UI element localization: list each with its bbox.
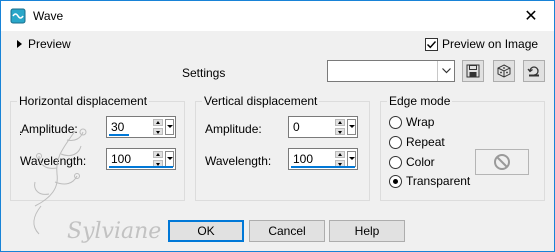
wavelength-input[interactable]: 100 xyxy=(288,148,358,170)
help-button[interactable]: Help xyxy=(329,220,405,242)
close-button[interactable]: ✕ xyxy=(508,1,554,31)
expand-triangle-icon xyxy=(17,40,22,48)
radio-button[interactable] xyxy=(389,115,402,129)
wavelength-label: Wavelength: xyxy=(205,154,272,168)
wavelength-level-bar xyxy=(291,166,355,168)
watermark-text: Sylviane xyxy=(67,219,161,244)
save-preset-button[interactable] xyxy=(462,60,484,82)
sylviane-watermark: Sylviane xyxy=(33,128,161,244)
dialog-client: Preview Preview on Image Settings Horizo… xyxy=(1,31,554,251)
group-title: Edge mode xyxy=(387,94,453,108)
checkbox-box[interactable] xyxy=(425,37,438,51)
radio-color[interactable]: Color xyxy=(389,155,435,169)
reset-button[interactable] xyxy=(523,60,545,82)
color-swatch-disabled[interactable] xyxy=(475,149,529,175)
preset-dropdown[interactable] xyxy=(327,60,455,82)
settings-label: Settings xyxy=(182,66,226,80)
window-title: Wave xyxy=(33,9,64,23)
no-symbol-icon xyxy=(494,154,510,170)
floppy-disk-icon xyxy=(466,64,480,78)
dropdown-arrow-icon[interactable] xyxy=(165,151,174,167)
radio-wrap[interactable]: Wrap xyxy=(389,115,434,129)
step-down-icon[interactable] xyxy=(335,128,345,135)
step-up-icon[interactable] xyxy=(153,119,163,126)
checkmark-icon xyxy=(427,40,437,48)
title-bar[interactable]: Wave ✕ xyxy=(1,1,554,31)
help-label: Help xyxy=(354,224,380,238)
radio-transparent[interactable]: Transparent xyxy=(389,174,470,188)
radio-label: Transparent xyxy=(406,174,471,188)
amplitude-input[interactable]: 0 xyxy=(288,116,358,138)
ok-button[interactable]: OK xyxy=(168,220,244,242)
dice-icon xyxy=(497,64,511,78)
dropdown-arrow-icon[interactable] xyxy=(347,119,356,135)
radio-label: Wrap xyxy=(406,115,435,129)
preview-on-image-checkbox[interactable]: Preview on Image xyxy=(425,37,538,51)
group-title: Horizontal displacement xyxy=(17,94,150,108)
wavelength-stepper[interactable] xyxy=(335,151,345,167)
cancel-label: Cancel xyxy=(268,224,306,238)
preview-label: Preview xyxy=(28,37,71,51)
randomize-button[interactable] xyxy=(493,60,515,82)
step-up-icon[interactable] xyxy=(335,119,345,126)
preview-on-image-label: Preview on Image xyxy=(442,37,539,51)
vertical-displacement-group: Vertical displacement Amplitude: 0 Wavel… xyxy=(195,94,370,201)
dropdown-arrow-icon[interactable] xyxy=(347,151,356,167)
dropdown-arrow-icon[interactable] xyxy=(165,119,174,135)
amplitude-label: Amplitude: xyxy=(205,122,262,136)
close-icon: ✕ xyxy=(524,8,538,25)
radio-button[interactable] xyxy=(389,155,402,169)
wavelength-value: 100 xyxy=(293,152,314,166)
amplitude-stepper[interactable] xyxy=(335,119,345,135)
radio-button[interactable] xyxy=(389,135,402,149)
ok-label: OK xyxy=(197,224,215,238)
radio-repeat[interactable]: Repeat xyxy=(389,135,445,149)
step-up-icon[interactable] xyxy=(335,151,345,158)
wave-app-icon xyxy=(10,8,26,24)
amplitude-value: 0 xyxy=(293,120,300,134)
preview-toggle[interactable]: Preview xyxy=(17,37,71,51)
group-title: Vertical displacement xyxy=(202,94,320,108)
reset-icon xyxy=(527,66,539,77)
radio-label: Repeat xyxy=(406,135,445,149)
chevron-down-icon[interactable] xyxy=(437,61,454,81)
radio-button-selected[interactable] xyxy=(389,174,402,188)
wave-dialog: Wave ✕ Preview Preview on Image Settings xyxy=(0,0,555,252)
radio-label: Color xyxy=(406,155,435,169)
cancel-button[interactable]: Cancel xyxy=(249,220,325,242)
